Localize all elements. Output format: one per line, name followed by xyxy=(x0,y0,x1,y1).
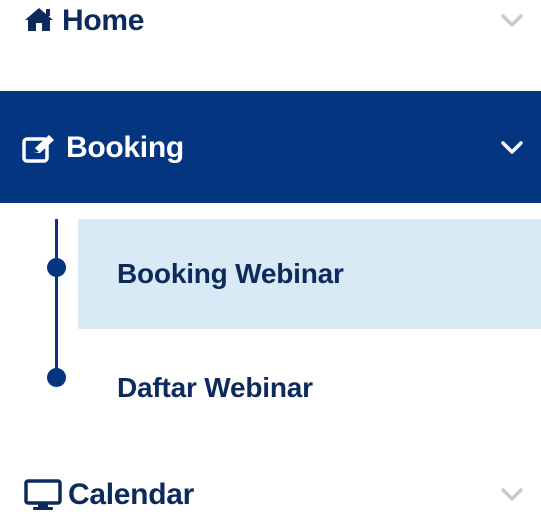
menu-item-label: Home xyxy=(62,4,145,37)
desktop-monitor-icon xyxy=(24,479,62,511)
submenu-item-label: Booking Webinar xyxy=(117,258,344,289)
submenu-connector-line xyxy=(55,219,58,378)
submenu-bullet xyxy=(47,368,66,387)
submenu-bullet xyxy=(47,258,66,277)
menu-item-label: Booking xyxy=(66,131,184,164)
menu-item-home[interactable]: Home xyxy=(0,0,541,44)
menu-item-calendar[interactable]: Calendar xyxy=(0,474,541,514)
menu-item-label: Calendar xyxy=(68,478,194,511)
menu-item-booking[interactable]: Booking xyxy=(0,91,541,203)
chevron-down-icon[interactable] xyxy=(501,141,523,155)
submenu-item-daftar-webinar[interactable]: Daftar Webinar xyxy=(78,333,541,443)
chevron-down-icon[interactable] xyxy=(501,488,523,502)
edit-square-icon xyxy=(22,134,58,164)
home-icon xyxy=(24,6,54,32)
submenu-item-booking-webinar[interactable]: Booking Webinar xyxy=(78,219,541,329)
sidebar-menu: Home Booking Booking Webinar Daftar Webi… xyxy=(0,0,541,514)
submenu-item-label: Daftar Webinar xyxy=(117,372,313,403)
chevron-down-icon[interactable] xyxy=(501,14,523,28)
